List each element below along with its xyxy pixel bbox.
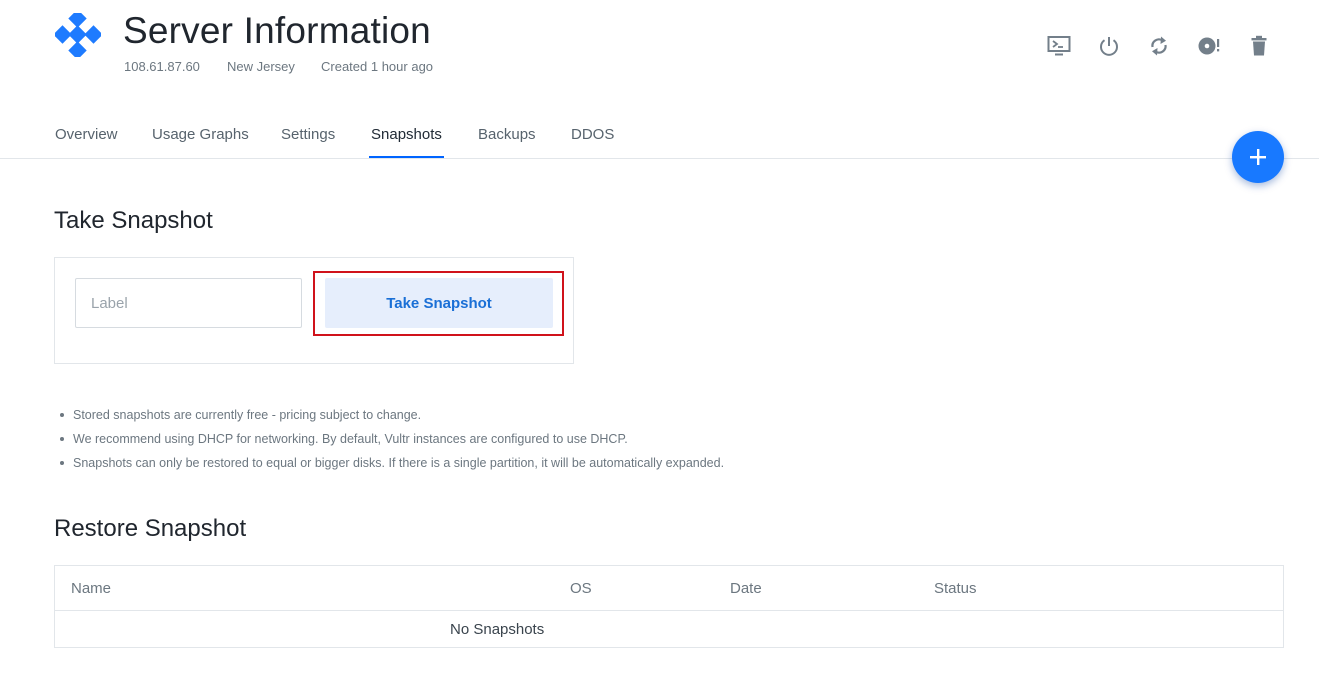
tab-usage-graphs[interactable]: Usage Graphs [152, 126, 249, 143]
iso-button[interactable] [1194, 33, 1224, 59]
restore-snapshot-title: Restore Snapshot [54, 515, 247, 542]
tab-ddos[interactable]: DDOS [571, 126, 614, 143]
tab-settings[interactable]: Settings [281, 126, 335, 143]
column-header-os[interactable]: OS [570, 580, 592, 597]
take-snapshot-button[interactable]: Take Snapshot [325, 278, 553, 328]
server-location: New Jersey [227, 59, 295, 74]
console-button[interactable] [1044, 33, 1074, 59]
restart-button[interactable] [1144, 33, 1174, 59]
console-icon [1047, 36, 1071, 56]
list-item: We recommend using DHCP for networking. … [57, 430, 724, 454]
vultr-logo-icon [55, 13, 101, 57]
snapshots-table: Name OS Date Status No Snapshots [54, 565, 1284, 648]
tab-backups[interactable]: Backups [478, 126, 536, 143]
snapshot-label-input[interactable] [75, 278, 302, 328]
list-item: Snapshots can only be restored to equal … [57, 454, 724, 478]
column-header-date[interactable]: Date [730, 580, 762, 597]
page-title: Server Information [123, 10, 431, 51]
power-icon [1100, 37, 1118, 56]
delete-button[interactable] [1244, 33, 1274, 59]
plus-icon [1250, 149, 1266, 165]
table-header-divider [55, 610, 1283, 611]
trash-icon [1251, 35, 1267, 56]
restart-icon [1151, 36, 1167, 56]
add-button[interactable] [1232, 131, 1284, 183]
column-header-name[interactable]: Name [71, 580, 111, 597]
tab-overview[interactable]: Overview [55, 126, 118, 143]
server-ip: 108.61.87.60 [124, 59, 200, 74]
server-tabs: Overview Usage Graphs Settings Snapshots… [0, 110, 1319, 159]
server-header: Server Information 108.61.87.60 New Jers… [0, 0, 1319, 110]
take-snapshot-title: Take Snapshot [54, 207, 213, 234]
bullet-icon [60, 461, 64, 465]
column-header-status[interactable]: Status [934, 580, 977, 597]
bullet-icon [60, 413, 64, 417]
snapshot-notes: Stored snapshots are currently free - pr… [57, 406, 724, 478]
active-tab-indicator [369, 156, 444, 158]
server-created: Created 1 hour ago [321, 59, 434, 74]
iso-disc-icon [1198, 37, 1220, 55]
empty-state-text: No Snapshots [450, 621, 545, 638]
server-actions [1044, 33, 1294, 59]
list-item: Stored snapshots are currently free - pr… [57, 406, 724, 430]
tab-snapshots[interactable]: Snapshots [371, 126, 442, 143]
note-text: Stored snapshots are currently free - pr… [73, 408, 422, 422]
note-text: We recommend using DHCP for networking. … [73, 432, 628, 446]
bullet-icon [60, 437, 64, 441]
note-text: Snapshots can only be restored to equal … [73, 456, 725, 470]
power-button[interactable] [1094, 33, 1124, 59]
